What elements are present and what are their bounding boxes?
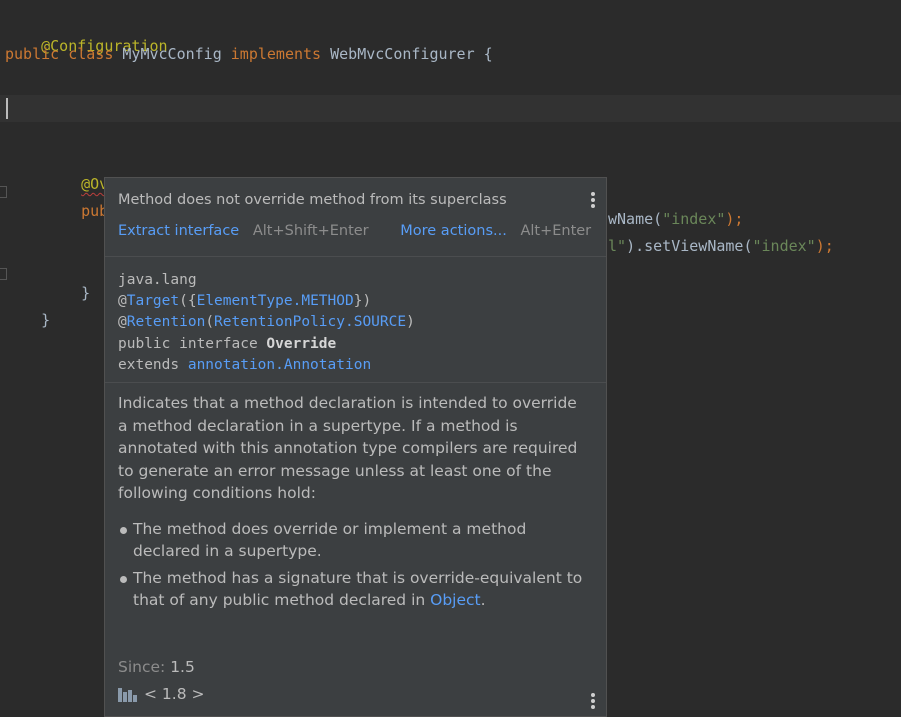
class-name: MyMvcConfig: [122, 45, 222, 63]
target-link[interactable]: Target: [127, 293, 179, 309]
code-line-override: @Override: [45, 154, 162, 193]
code-fragment: ).setViewName(: [626, 237, 753, 255]
list-item: The method does override or implement a …: [118, 518, 588, 563]
jdk-version[interactable]: < 1.8 >: [144, 685, 204, 703]
divider: [105, 382, 606, 383]
keyword-public: public: [5, 45, 60, 63]
code-line-1: @Configuration: [5, 16, 167, 55]
list-item-text: The method does override or implement a …: [133, 520, 527, 561]
code-line-close-class: }: [5, 290, 50, 329]
code-fragment: wName(: [608, 210, 663, 228]
since-row: Since: 1.5: [118, 658, 195, 676]
declaration-signature: java.lang @Target({ElementType.METHOD}) …: [118, 270, 415, 376]
open-brace: {: [483, 45, 493, 63]
extract-interface-shortcut: Alt+Shift+Enter: [252, 223, 369, 239]
more-actions-shortcut: Alt+Enter: [520, 223, 592, 239]
library-version-row: < 1.8 >: [118, 685, 204, 703]
more-options-icon[interactable]: [590, 693, 596, 709]
string-literal: "index": [662, 210, 726, 228]
list-item: The method has a signature that is overr…: [118, 567, 588, 612]
annotation-link[interactable]: annotation.Annotation: [188, 357, 371, 373]
at-sign: @: [118, 293, 127, 310]
conditions-list: The method does override or implement a …: [118, 518, 588, 615]
extends-prefix: extends: [118, 356, 188, 373]
punct: ({: [179, 293, 197, 310]
keyword-implements: implements: [230, 45, 322, 63]
fold-marker[interactable]: [0, 268, 7, 280]
more-actions-link[interactable]: More actions...: [400, 223, 507, 239]
list-item-text: .: [480, 590, 486, 609]
retention-link[interactable]: Retention: [127, 314, 206, 330]
at-sign: @: [118, 314, 127, 331]
declaration-prefix: public interface: [118, 335, 267, 352]
since-label: Since:: [118, 658, 166, 676]
text-caret: [6, 98, 8, 119]
divider: [105, 256, 606, 257]
fold-marker[interactable]: [0, 186, 7, 198]
code-line-2: public class MyMvcConfig implements WebM…: [5, 44, 493, 64]
code-line-return-1-tail: wName("index");: [608, 209, 743, 229]
documentation-popup: Method does not override method from its…: [104, 177, 607, 717]
retention-policy-link[interactable]: RetentionPolicy.SOURCE: [214, 314, 406, 330]
code-fragment: );: [725, 210, 744, 228]
list-item-text: The method has a signature that is overr…: [133, 568, 583, 609]
punct: }): [353, 293, 372, 310]
element-type-link[interactable]: ElementType.METHOD: [197, 293, 354, 309]
keyword-class: class: [68, 45, 114, 63]
description-text: Indicates that a method declaration is i…: [118, 394, 578, 502]
string-literal: l": [608, 237, 627, 255]
close-brace: }: [41, 311, 51, 329]
punct: (: [205, 314, 215, 331]
close-brace: }: [81, 284, 91, 302]
quick-actions: Extract interface Alt+Shift+Enter More a…: [118, 223, 591, 239]
since-value: 1.5: [170, 658, 195, 676]
code-fragment: );: [815, 237, 834, 255]
declaration-name: Override: [266, 335, 337, 352]
package-name: java.lang: [118, 272, 197, 288]
current-line-highlight: [0, 95, 901, 122]
string-literal: "index": [752, 237, 816, 255]
punct: ): [406, 314, 415, 331]
code-line-close-method: }: [45, 263, 90, 302]
object-link[interactable]: Object: [430, 591, 480, 609]
library-icon: [118, 686, 138, 702]
interface-name: WebMvcConfigurer: [330, 45, 475, 63]
extract-interface-link[interactable]: Extract interface: [118, 223, 239, 239]
inspection-message: Method does not override method from its…: [118, 192, 507, 208]
code-line-return-2-tail: l").setViewName("index");: [608, 236, 834, 256]
more-options-icon[interactable]: [590, 192, 596, 208]
